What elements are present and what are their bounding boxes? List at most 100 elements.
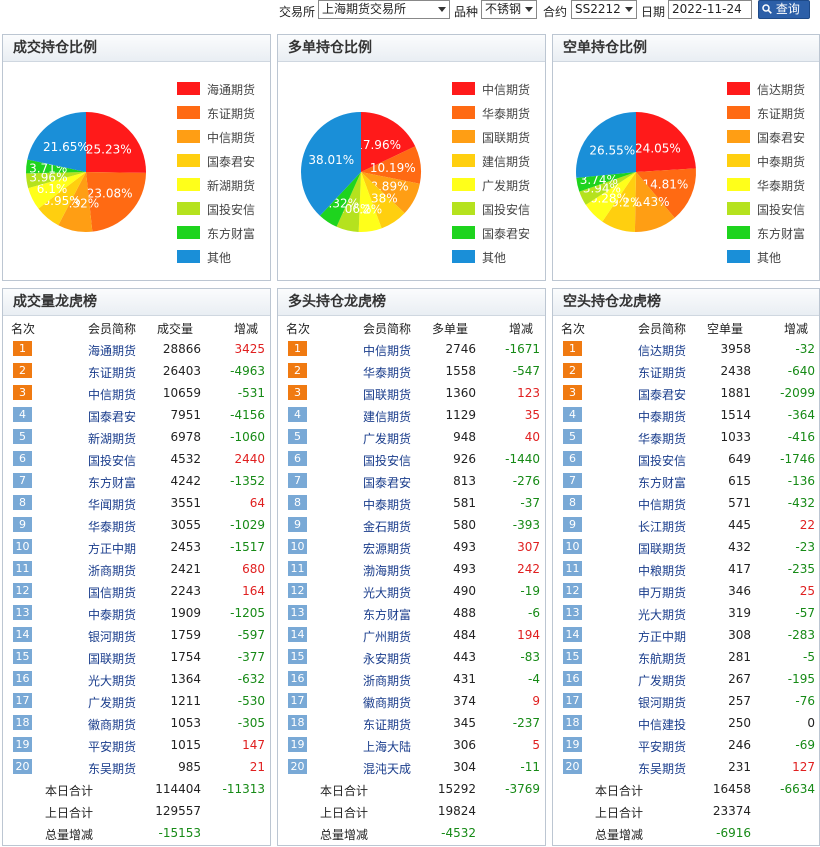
legend-label: 东方财富 <box>207 227 256 241</box>
table-row: 16 光大期货 1364 -632 <box>3 668 270 690</box>
volume-value: 1360 <box>445 386 476 400</box>
member-link[interactable]: 华泰期货 <box>363 364 411 381</box>
change-value: -305 <box>237 716 265 730</box>
member-link[interactable]: 光大期货 <box>638 606 686 623</box>
member-link[interactable]: 东方财富 <box>363 606 411 623</box>
member-link[interactable]: 华泰期货 <box>88 518 136 535</box>
member-link[interactable]: 金石期货 <box>363 518 411 535</box>
volume-value: 417 <box>728 562 751 576</box>
member-link[interactable]: 广州期货 <box>363 628 411 645</box>
contract-select-value: SS2212 <box>575 2 621 16</box>
member-link[interactable]: 国泰君安 <box>638 386 686 403</box>
member-link[interactable]: 徽商期货 <box>363 694 411 711</box>
volume-value: 3551 <box>170 496 201 510</box>
member-link[interactable]: 东证期货 <box>638 364 686 381</box>
member-link[interactable]: 东吴期货 <box>88 760 136 777</box>
member-link[interactable]: 东方财富 <box>638 474 686 491</box>
volume-value: 3055 <box>170 518 201 532</box>
contract-select[interactable]: SS2212 <box>571 0 637 19</box>
legend-label: 东证期货 <box>207 107 256 121</box>
member-link[interactable]: 信达期货 <box>638 342 686 359</box>
column-header: 会员简称 <box>638 322 687 336</box>
rank-badge: 15 <box>563 649 582 664</box>
member-link[interactable]: 光大期货 <box>363 584 411 601</box>
exchange-select[interactable]: 上海期货交易所 <box>318 0 450 19</box>
member-link[interactable]: 国联期货 <box>88 650 136 667</box>
member-link[interactable]: 上海大陆 <box>363 738 411 755</box>
member-link[interactable]: 国联期货 <box>363 386 411 403</box>
summary-label: 本日合计 <box>595 784 644 798</box>
member-link[interactable]: 中信期货 <box>638 496 686 513</box>
member-link[interactable]: 广发期货 <box>88 694 136 711</box>
member-link[interactable]: 银河期货 <box>638 694 686 711</box>
table-header: 名次 会员简称 成交量 增减 <box>3 317 270 337</box>
rank-badge: 16 <box>13 671 32 686</box>
member-link[interactable]: 申万期货 <box>638 584 686 601</box>
member-link[interactable]: 国泰君安 <box>363 474 411 491</box>
table-short: 空头持仓龙虎榜 名次 会员简称 空单量 增减 1 信达期货 3958 -32 2 东证期货 2438… <box>552 288 820 846</box>
member-link[interactable]: 东证期货 <box>88 364 136 381</box>
member-link[interactable]: 永安期货 <box>363 650 411 667</box>
member-link[interactable]: 东吴期货 <box>638 760 686 777</box>
member-link[interactable]: 东航期货 <box>638 650 686 667</box>
member-link[interactable]: 华泰期货 <box>638 430 686 447</box>
rank-badge: 4 <box>288 407 307 422</box>
member-link[interactable]: 徽商期货 <box>88 716 136 733</box>
table-row: 10 方正中期 2453 -1517 <box>3 536 270 558</box>
member-link[interactable]: 平安期货 <box>638 738 686 755</box>
member-link[interactable]: 中泰期货 <box>88 606 136 623</box>
table-row: 15 东航期货 281 -5 <box>553 646 819 668</box>
rank-badge: 12 <box>13 583 32 598</box>
member-link[interactable]: 银河期货 <box>88 628 136 645</box>
column-header: 多单量 <box>431 322 468 336</box>
member-link[interactable]: 浙商期货 <box>363 672 411 689</box>
member-link[interactable]: 光大期货 <box>88 672 136 689</box>
member-link[interactable]: 国联期货 <box>638 540 686 557</box>
member-link[interactable]: 广发期货 <box>638 672 686 689</box>
member-link[interactable]: 国泰君安 <box>88 408 136 425</box>
member-link[interactable]: 宏源期货 <box>363 540 411 557</box>
member-link[interactable]: 渤海期货 <box>363 562 411 579</box>
table-row: 10 国联期货 432 -23 <box>553 536 819 558</box>
member-link[interactable]: 海通期货 <box>88 342 136 359</box>
legend-swatch <box>177 106 200 119</box>
member-link[interactable]: 国投安信 <box>363 452 411 469</box>
member-link[interactable]: 平安期货 <box>88 738 136 755</box>
member-link[interactable]: 东证期货 <box>363 716 411 733</box>
rank-badge: 11 <box>563 561 582 576</box>
date-input[interactable]: 2022-11-24 <box>668 0 752 19</box>
member-link[interactable]: 华闻期货 <box>88 496 136 513</box>
member-link[interactable]: 方正中期 <box>638 628 686 645</box>
member-link[interactable]: 中粮期货 <box>638 562 686 579</box>
rank-badge: 9 <box>288 517 307 532</box>
member-link[interactable]: 浙商期货 <box>88 562 136 579</box>
variety-select[interactable]: 不锈钢 <box>481 0 537 19</box>
change-value: 164 <box>242 584 265 598</box>
volume-value: 267 <box>728 672 751 686</box>
table-row: 13 中泰期货 1909 -1205 <box>3 602 270 624</box>
search-button[interactable]: 查询 <box>758 0 810 19</box>
member-link[interactable]: 中信期货 <box>88 386 136 403</box>
rank-badge: 9 <box>563 517 582 532</box>
member-link[interactable]: 中泰期货 <box>363 496 411 513</box>
table-row: 14 广州期货 484 194 <box>278 624 545 646</box>
member-link[interactable]: 广发期货 <box>363 430 411 447</box>
member-link[interactable]: 建信期货 <box>363 408 411 425</box>
member-link[interactable]: 中泰期货 <box>638 408 686 425</box>
member-link[interactable]: 新湖期货 <box>88 430 136 447</box>
member-link[interactable]: 东方财富 <box>88 474 136 491</box>
member-link[interactable]: 方正中期 <box>88 540 136 557</box>
change-value: 242 <box>517 562 540 576</box>
member-link[interactable]: 中信期货 <box>363 342 411 359</box>
member-link[interactable]: 混沌天成 <box>363 760 411 777</box>
rank-badge: 7 <box>563 473 582 488</box>
member-link[interactable]: 国投安信 <box>88 452 136 469</box>
rank-badge: 17 <box>13 693 32 708</box>
search-button-label: 查询 <box>775 2 800 16</box>
member-link[interactable]: 国信期货 <box>88 584 136 601</box>
table-row: 18 徽商期货 1053 -305 <box>3 712 270 734</box>
exchange-select-value: 上海期货交易所 <box>322 2 407 16</box>
member-link[interactable]: 国投安信 <box>638 452 686 469</box>
member-link[interactable]: 中信建投 <box>638 716 686 733</box>
member-link[interactable]: 长江期货 <box>638 518 686 535</box>
